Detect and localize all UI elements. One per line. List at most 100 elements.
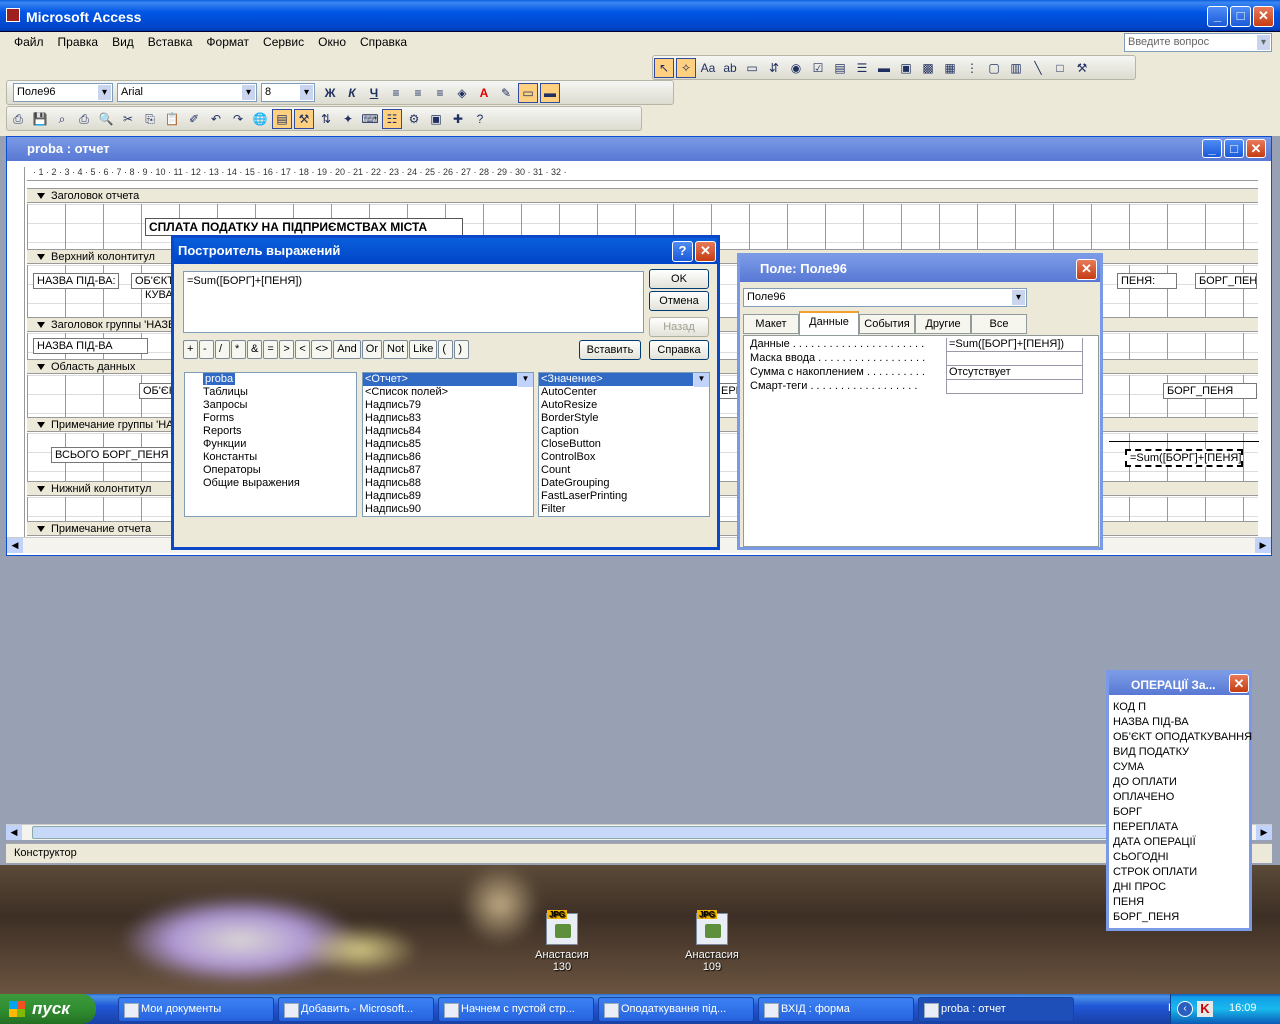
list-item[interactable]: Надпись89	[363, 490, 533, 503]
field-sum-selected[interactable]: =Sum([БОРГ]+[ПЕНЯ])	[1125, 449, 1243, 467]
list-item[interactable]: Reports	[185, 425, 356, 438]
op-minus[interactable]: -	[199, 340, 214, 359]
task-form[interactable]: ВХІД : форма	[758, 997, 914, 1022]
op-like[interactable]: Like	[409, 340, 438, 359]
objects-scrollbar[interactable]	[517, 373, 533, 387]
list-item[interactable]: ДО ОПЛАТИ	[1109, 776, 1249, 791]
list-item[interactable]: Функции	[185, 438, 356, 451]
objects-list[interactable]: <Отчет> <Список полей> Надпись79 Надпись…	[362, 372, 534, 517]
list-item[interactable]: Общие выражения	[185, 477, 356, 490]
list-item[interactable]: СЬОГОДНІ	[1109, 851, 1249, 866]
cancel-button[interactable]: Отмена	[649, 291, 709, 311]
list-item[interactable]: Константы	[185, 451, 356, 464]
menu-tools[interactable]: Сервис	[256, 32, 311, 52]
properties-scrollbar[interactable]	[693, 373, 709, 387]
folders-list[interactable]: proba Таблицы Запросы Forms Reports Функ…	[184, 372, 357, 517]
special-effect-icon[interactable]: ▬	[540, 83, 560, 103]
op-rparen[interactable]: )	[454, 340, 470, 359]
menu-insert[interactable]: Вставка	[141, 32, 200, 52]
field-list-close-button[interactable]: ✕	[1229, 674, 1249, 693]
expression-textbox[interactable]: =Sum([БОРГ]+[ПЕНЯ])	[183, 271, 644, 333]
list-item[interactable]: КОД П	[1109, 701, 1249, 716]
properties-list[interactable]: <Значение> AutoCenter AutoResize BorderS…	[538, 372, 710, 517]
minimize-button[interactable]: _	[1207, 6, 1228, 27]
format-painter-icon[interactable]: ✐	[184, 110, 204, 130]
field-nazva[interactable]: НАЗВА ПІД-ВА	[33, 338, 148, 354]
list-item[interactable]: Forms	[185, 412, 356, 425]
print-preview-icon[interactable]: 🔍	[96, 110, 116, 130]
list-item[interactable]: ПЕРЕПЛАТА	[1109, 821, 1249, 836]
op-plus[interactable]: +	[183, 340, 198, 359]
list-item[interactable]: ДАТА ОПЕРАЦІЇ	[1109, 836, 1249, 851]
task-publisher[interactable]: Начнем с пустой стр...	[438, 997, 594, 1022]
list-item[interactable]: Надпись90	[363, 503, 533, 516]
menu-window[interactable]: Окно	[311, 32, 353, 52]
ok-button[interactable]: OK	[649, 269, 709, 289]
line-width-icon[interactable]: ▭	[518, 83, 538, 103]
list-item[interactable]: AutoResize	[539, 399, 709, 412]
section-report-header[interactable]: Заголовок отчета	[27, 188, 1258, 203]
sorting-grouping-icon[interactable]: ⇅	[316, 110, 336, 130]
build-icon[interactable]: ⚙	[404, 110, 424, 130]
textbox-tool-icon[interactable]: ab	[720, 59, 740, 79]
list-item[interactable]: Надпись85	[363, 438, 533, 451]
checkbox-tool-icon[interactable]: ☑	[808, 59, 828, 79]
toolbox-icon[interactable]: ⚒	[294, 109, 314, 129]
control-wizards-icon[interactable]: ✧	[676, 58, 696, 78]
list-item[interactable]: Caption	[539, 425, 709, 438]
listbox-tool-icon[interactable]: ☰	[852, 59, 872, 79]
menu-file[interactable]: Файл	[0, 32, 51, 52]
list-item[interactable]: СУМА	[1109, 761, 1249, 776]
cut-icon[interactable]: ✂	[118, 110, 138, 130]
tab-other[interactable]: Другие	[915, 314, 971, 334]
view-icon[interactable]: ⎙	[8, 110, 28, 130]
toggle-button-icon[interactable]: ⇵	[764, 59, 784, 79]
list-item[interactable]: Надпись86	[363, 451, 533, 464]
chevron-left-icon[interactable]: ‹	[1177, 1001, 1193, 1017]
properties-icon[interactable]: ☷	[382, 109, 402, 129]
database-window-icon[interactable]: ▣	[426, 110, 446, 130]
paste-icon[interactable]: 📋	[162, 110, 182, 130]
control-select[interactable]: Поле96	[743, 288, 1027, 307]
back-button[interactable]: Назад	[649, 317, 709, 337]
field-list-icon[interactable]: ▤	[272, 109, 292, 129]
task-word[interactable]: Добавить - Microsoft...	[278, 997, 434, 1022]
op-not[interactable]: Not	[383, 340, 409, 359]
dialog-close-button[interactable]: ✕	[695, 241, 716, 262]
hyperlink-icon[interactable]: 🌐	[250, 110, 270, 130]
list-item[interactable]: FastLaserPrinting	[539, 490, 709, 503]
list-item[interactable]: <Отчет>	[363, 373, 533, 386]
report-heading-label[interactable]: СПЛАТА ПОДАТКУ НА ПІДПРИЄМСТВАХ МІСТА	[145, 218, 463, 236]
list-item[interactable]: Таблицы	[185, 386, 356, 399]
menu-format[interactable]: Формат	[199, 32, 256, 52]
label-total[interactable]: ВСЬОГО БОРГ_ПЕНЯ П	[51, 447, 175, 463]
list-item[interactable]: AutoCenter	[539, 386, 709, 399]
list-item[interactable]: BorderStyle	[539, 412, 709, 425]
list-item[interactable]: НАЗВА ПІД-ВА	[1109, 716, 1249, 731]
list-item[interactable]: DateGrouping	[539, 477, 709, 490]
font-size-select[interactable]: 8	[261, 83, 315, 102]
maximize-button[interactable]: □	[1230, 6, 1251, 27]
font-color-icon[interactable]: A	[474, 84, 494, 104]
antivirus-icon[interactable]: K	[1197, 1001, 1213, 1017]
option-group-icon[interactable]: ▭	[742, 59, 762, 79]
select-objects-icon[interactable]: ↖	[654, 58, 674, 78]
list-item[interactable]: <Список полей>	[363, 386, 533, 399]
insert-button[interactable]: Вставить	[579, 340, 641, 360]
tab-control-icon[interactable]: ▢	[984, 59, 1004, 79]
list-item[interactable]: ОПЛАЧЕНО	[1109, 791, 1249, 806]
menu-edit[interactable]: Правка	[51, 32, 106, 52]
more-controls-icon[interactable]: ⚒	[1072, 59, 1092, 79]
op-equal[interactable]: =	[263, 340, 279, 359]
tab-all[interactable]: Все	[971, 314, 1027, 334]
copy-icon[interactable]: ⎘	[140, 110, 160, 130]
list-item[interactable]: БОРГ	[1109, 806, 1249, 821]
list-item[interactable]: СТРОК ОПЛАТИ	[1109, 866, 1249, 881]
list-item[interactable]: ПЕНЯ	[1109, 896, 1249, 911]
print-icon[interactable]: ⎙	[74, 110, 94, 130]
list-item[interactable]: Надпись88	[363, 477, 533, 490]
list-item[interactable]: Count	[539, 464, 709, 477]
option-button-icon[interactable]: ◉	[786, 59, 806, 79]
smart-tags-value[interactable]	[946, 380, 1083, 394]
help-question-input[interactable]: Введите вопрос	[1124, 33, 1272, 52]
